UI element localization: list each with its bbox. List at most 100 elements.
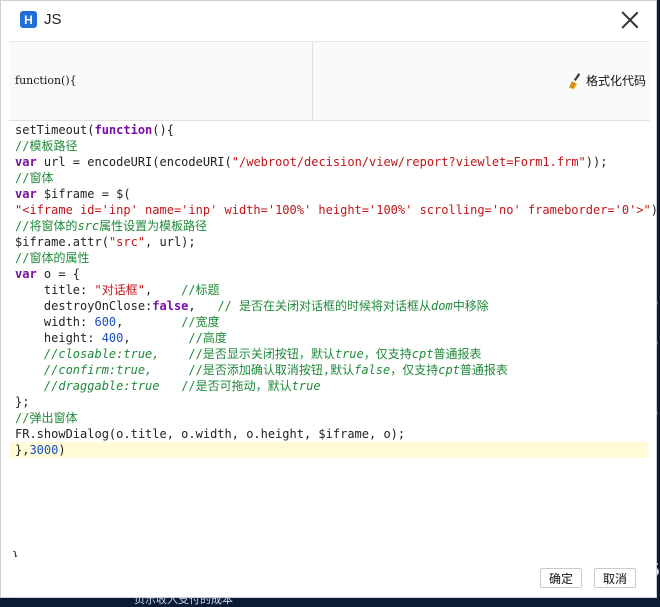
- confirm-button[interactable]: 确定: [540, 568, 583, 588]
- app-logo-icon: H: [20, 11, 37, 28]
- code-token: ,: [188, 299, 218, 313]
- code-line[interactable]: },3000): [9, 442, 648, 458]
- code-token: "/webroot/decision/view/report?viewlet=F…: [231, 155, 586, 169]
- format-code-button[interactable]: 格式化代码: [567, 72, 646, 89]
- code-token: "对话框": [94, 283, 145, 297]
- code-token: //draggable:true: [43, 379, 160, 393]
- cancel-button[interactable]: 取消: [594, 568, 637, 588]
- code-token: //是否可拖动，默认: [181, 379, 292, 393]
- code-token: //窗体的属性: [15, 251, 90, 265]
- code-token: //窗体: [15, 171, 54, 185]
- code-token: //是否添加确认取消按钮,默认: [188, 363, 355, 377]
- code-line[interactable]: destroyOnClose:false, // 是否在关闭对话框的时候将对话框…: [15, 298, 489, 314]
- code-token: //将窗体的: [15, 219, 78, 233]
- dialog-footer: 确定 取消: [1, 557, 656, 597]
- function-header: function(){ 格式化代码: [9, 41, 650, 121]
- code-token: //模板路径: [15, 139, 78, 153]
- code-token: false: [152, 299, 189, 313]
- code-line[interactable]: title: "对话框", //标题: [15, 282, 220, 298]
- code-token: $iframe.attr(: [15, 235, 109, 249]
- code-token: ，仅支持: [390, 363, 439, 377]
- format-code-label: 格式化代码: [585, 74, 646, 88]
- code-line[interactable]: FR.showDialog(o.title, o.width, o.height…: [15, 426, 405, 442]
- function-signature: function(){: [15, 74, 77, 87]
- code-token: 普通报表: [433, 347, 482, 361]
- code-line[interactable]: $iframe.attr("src", url);: [15, 234, 196, 250]
- code-token: (){: [152, 123, 174, 137]
- code-token: width:: [15, 315, 95, 329]
- code-token: //高度: [188, 331, 227, 345]
- code-token: //confirm:true,: [43, 363, 153, 377]
- code-token: //closable:true,: [43, 347, 160, 361]
- code-line[interactable]: "<iframe id='inp' name='inp' width='100%…: [15, 202, 660, 218]
- code-editor[interactable]: setTimeout(function(){//模板路径 var url = en…: [9, 120, 660, 546]
- code-line[interactable]: width: 600, //宽度: [15, 314, 220, 330]
- code-token: 属性设置为模板路径: [99, 219, 208, 233]
- code-token: //标题: [181, 283, 220, 297]
- code-token: "src": [108, 235, 146, 249]
- code-token: 600: [94, 315, 117, 329]
- code-token: ,: [116, 315, 182, 329]
- code-line[interactable]: var url = encodeURI(encodeURI("/webroot/…: [15, 154, 607, 170]
- code-token: setTimeout(: [15, 123, 95, 137]
- code-token: , url);: [145, 235, 196, 249]
- dialog-title: JS: [44, 11, 62, 28]
- code-token: );: [650, 203, 660, 217]
- code-token: function: [94, 123, 153, 137]
- code-token: 400: [101, 331, 124, 345]
- code-token: destroyOnClose:: [15, 299, 153, 313]
- code-line[interactable]: //弹出窗体: [15, 410, 77, 426]
- code-token: dom: [431, 299, 453, 313]
- code-token: false: [354, 363, 391, 377]
- code-token: };: [15, 395, 30, 409]
- code-line[interactable]: //将窗体的src属性设置为模板路径: [15, 218, 207, 234]
- close-icon[interactable]: [620, 10, 640, 30]
- code-line[interactable]: //confirm:true, //是否添加确认取消按钮,默认false，仅支持…: [15, 362, 508, 378]
- header-divider: [312, 42, 313, 120]
- code-line[interactable]: setTimeout(function(){: [15, 122, 174, 138]
- code-token: title:: [15, 283, 95, 297]
- code-line[interactable]: //draggable:true //是否可拖动，默认true: [15, 378, 321, 394]
- code-token: //是否显示关闭按钮，默认: [188, 347, 335, 361]
- code-token: ));: [585, 155, 608, 169]
- code-line[interactable]: //窗体的属性: [15, 250, 89, 266]
- code-token: // 是否在关闭对话框的时候将对话框从: [217, 299, 431, 313]
- code-token: ,: [123, 331, 189, 345]
- dialog-titlebar[interactable]: H JS: [1, 1, 656, 39]
- code-token: 3000: [29, 443, 59, 457]
- js-editor-dialog: H JS function(){ 格式化代码 setTimeout(functi…: [0, 0, 660, 598]
- code-token: 中移除: [452, 299, 489, 313]
- broom-icon: [568, 72, 581, 89]
- code-token: src: [77, 219, 100, 233]
- code-token: var: [15, 267, 37, 281]
- code-token: true: [291, 379, 321, 393]
- code-line[interactable]: //窗体: [15, 170, 53, 186]
- code-line[interactable]: //模板路径: [15, 138, 77, 154]
- code-token: url = encodeURI(encodeURI(: [36, 155, 232, 169]
- code-token: "<iframe id='inp' name='inp' width='100%…: [15, 203, 651, 217]
- code-token: 普通报表: [459, 363, 508, 377]
- code-token: ,: [144, 283, 182, 297]
- code-line[interactable]: //closable:true, //是否显示关闭按钮，默认true，仅支持cp…: [15, 346, 482, 362]
- code-line[interactable]: var o = {: [15, 266, 80, 282]
- code-token: },: [15, 443, 30, 457]
- code-line[interactable]: var $iframe = $(: [15, 186, 131, 202]
- code-token: ，仅支持: [363, 347, 412, 361]
- code-token: height:: [15, 331, 102, 345]
- code-token: $iframe = $(: [36, 187, 131, 201]
- code-token: var: [15, 187, 37, 201]
- code-token: //弹出窗体: [15, 411, 78, 425]
- code-token: true: [334, 347, 364, 361]
- code-token: ): [58, 443, 66, 457]
- code-line[interactable]: };: [15, 394, 29, 410]
- code-token: o = {: [36, 267, 81, 281]
- code-line[interactable]: height: 400, //高度: [15, 330, 227, 346]
- code-token: cpt: [411, 347, 434, 361]
- code-token: cpt: [438, 363, 460, 377]
